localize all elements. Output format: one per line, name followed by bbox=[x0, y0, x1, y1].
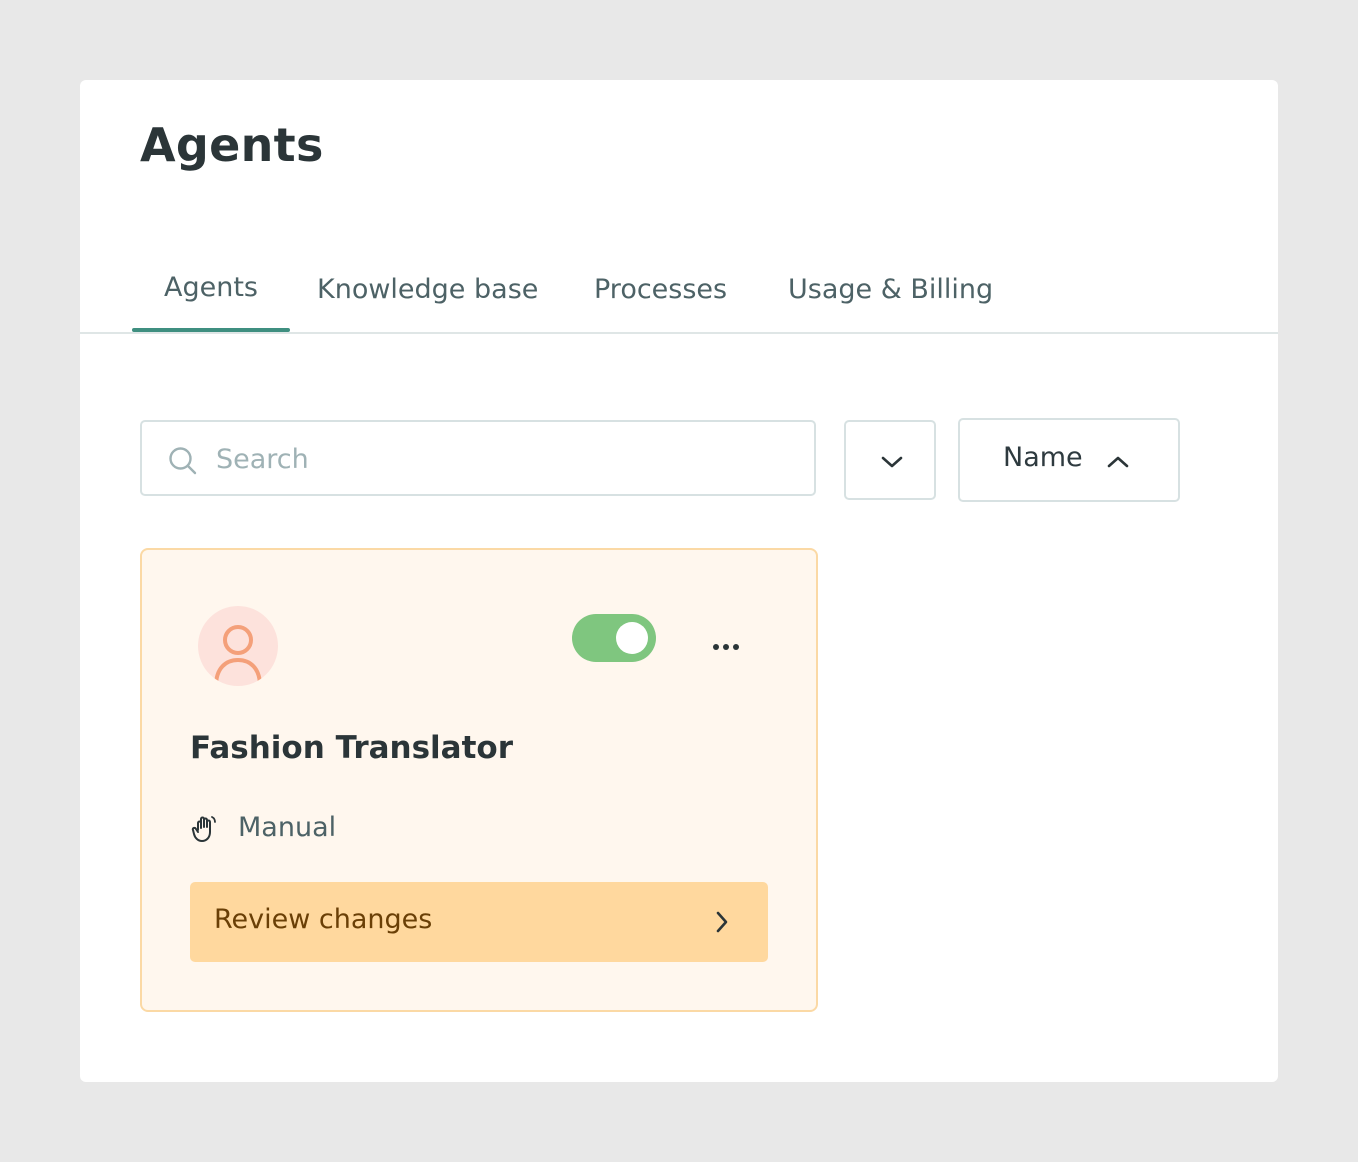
chevron-up-icon bbox=[1107, 456, 1129, 468]
tab-bar: Agents Knowledge base Processes Usage & … bbox=[80, 260, 1278, 334]
agent-name: Fashion Translator bbox=[190, 730, 514, 766]
search-icon bbox=[169, 447, 197, 475]
tab-processes[interactable]: Processes bbox=[594, 262, 727, 332]
chevron-right-icon bbox=[716, 911, 728, 933]
agents-panel: Agents Agents Knowledge base Processes U… bbox=[80, 80, 1278, 1082]
agent-card[interactable]: Fashion Translator Manual Review changes bbox=[140, 548, 818, 1012]
review-changes-button[interactable]: Review changes bbox=[190, 882, 768, 962]
sort-button[interactable]: Name bbox=[958, 418, 1180, 502]
mode-label: Manual bbox=[238, 812, 337, 843]
sort-label: Name bbox=[1003, 442, 1083, 473]
tab-knowledge-base[interactable]: Knowledge base bbox=[317, 262, 538, 332]
more-options-button[interactable] bbox=[708, 630, 748, 664]
tab-usage-billing[interactable]: Usage & Billing bbox=[788, 262, 993, 332]
search-box[interactable] bbox=[140, 420, 816, 496]
review-changes-label: Review changes bbox=[214, 904, 433, 935]
page-title: Agents bbox=[140, 118, 324, 172]
search-input[interactable] bbox=[214, 432, 798, 486]
filter-dropdown-button[interactable] bbox=[844, 420, 936, 500]
tab-agents[interactable]: Agents bbox=[132, 260, 290, 332]
more-horizontal-icon bbox=[713, 644, 739, 650]
hand-icon bbox=[191, 816, 216, 842]
user-icon bbox=[214, 625, 262, 686]
avatar bbox=[198, 606, 278, 686]
chevron-down-icon bbox=[881, 456, 903, 468]
toggle-knob bbox=[616, 622, 648, 654]
agent-enabled-toggle[interactable] bbox=[572, 614, 656, 662]
